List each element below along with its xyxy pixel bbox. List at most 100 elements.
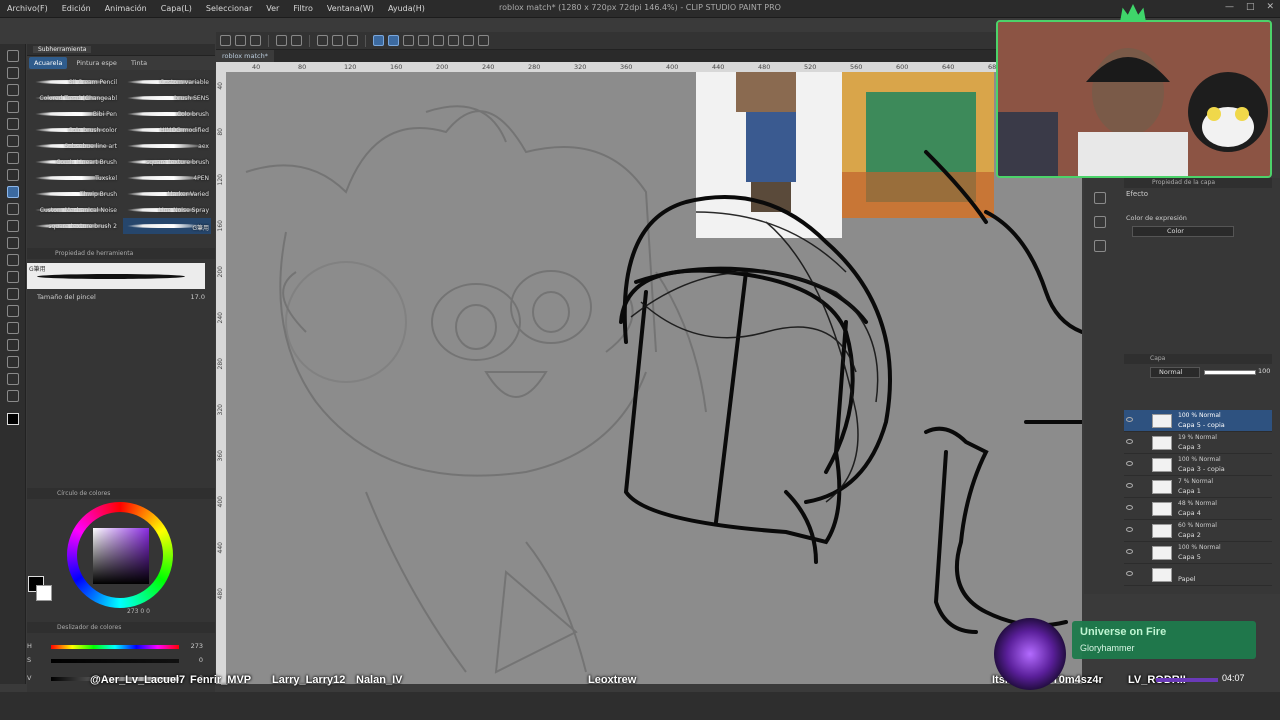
tab-acuarela[interactable]: Acuarela [29,57,68,69]
hand-icon[interactable] [6,67,19,79]
layer-row[interactable]: 60 % Normal Capa 2 [1124,520,1272,542]
menu-window[interactable]: Ventana(W) [320,4,381,13]
layer-row[interactable]: 100 % Normal Capa 5 [1124,542,1272,564]
brush-item[interactable]: 4PEN [123,170,211,186]
brush-item[interactable]: HIMOG modified [123,122,211,138]
eye-icon[interactable] [1126,483,1133,488]
eye-icon[interactable] [1126,571,1133,576]
pen-icon[interactable] [6,152,19,164]
undo-icon[interactable] [276,35,287,46]
saturation-slider[interactable] [51,659,179,663]
balloon-icon[interactable] [6,373,19,385]
brush-icon[interactable] [6,186,19,198]
saturation-value-square[interactable] [93,528,149,584]
rotate-icon[interactable] [478,35,489,46]
saturation-slider-row[interactable]: S 0 [27,656,215,666]
frame-icon[interactable] [6,322,19,334]
move-layer-icon[interactable] [6,84,19,96]
menu-animation[interactable]: Animación [98,4,154,13]
brush-item[interactable]: Tuxskel [31,170,119,186]
brush-item[interactable]: Subsebue line art [31,138,119,154]
blend-icon[interactable] [6,254,19,266]
brush-item[interactable]: Line Noise Spray [123,202,211,218]
main-color-swatch[interactable] [6,413,19,425]
brush-item[interactable]: square texture brush [123,154,211,170]
saturation-value[interactable]: 0 [199,656,203,664]
select-icon[interactable] [433,35,444,46]
layer-row[interactable]: 7 % Normal Capa 1 [1124,476,1272,498]
brush-item[interactable]: Colored Tread (Changeabl [31,90,119,106]
ruler-icon[interactable] [6,339,19,351]
menu-file[interactable]: Archivo(F) [0,4,55,13]
eraser-icon[interactable] [6,237,19,249]
brush-item[interactable]: Bibi Pen [31,106,119,122]
close-icon[interactable]: ✕ [1266,2,1274,12]
layer-row[interactable]: Papel [1124,564,1272,586]
menu-select[interactable]: Seleccionar [199,4,259,13]
brush-item[interactable]: Marker Varied [123,186,211,202]
selection-icon[interactable] [6,101,19,113]
navigator-icon[interactable] [1094,240,1106,252]
hue-slider-row[interactable]: H 273 [27,642,215,652]
eyedropper-icon[interactable] [6,135,19,147]
menu-layer[interactable]: Capa(L) [154,4,199,13]
hue-value[interactable]: 273 [191,642,203,650]
menu-filter[interactable]: Filtro [286,4,320,13]
brush-item[interactable]: Colo brush [123,106,211,122]
background-color-swatch[interactable] [36,585,52,601]
blend-mode-select[interactable]: Normal [1150,367,1200,378]
layer-row[interactable]: 100 % Normal Capa 5 - copia [1124,410,1272,432]
eye-icon[interactable] [1126,549,1133,554]
layer-property-icon[interactable] [1094,192,1106,204]
flip-icon[interactable] [463,35,474,46]
brush-item[interactable]: brush SENS [123,90,211,106]
tab-pintura[interactable]: Pintura espe [71,57,122,69]
transform-icon[interactable] [347,35,358,46]
brush-item[interactable]: square texture brush 2 [31,218,119,234]
auto-select-icon[interactable] [6,118,19,130]
layer-row[interactable]: 48 % Normal Capa 4 [1124,498,1272,520]
airbrush-icon[interactable] [6,203,19,215]
brush-item[interactable]: G筆用 [123,218,211,234]
brush-size-row[interactable]: Tamaño del pincel 17.0 [27,289,215,305]
drawing-canvas[interactable] [226,72,1082,684]
tab-tinta[interactable]: Tinta [126,57,152,69]
menu-view[interactable]: Ver [259,4,286,13]
subtool-panel-title[interactable]: Subherramienta [33,46,92,53]
brush-item[interactable]: Colo brush color [31,122,119,138]
menu-edit[interactable]: Edición [55,4,98,13]
crop-icon[interactable] [418,35,429,46]
snap-special-ruler-icon[interactable] [388,35,399,46]
brush-size-value[interactable]: 17.0 [191,293,205,301]
decoration-icon[interactable] [6,220,19,232]
layer-row[interactable]: 100 % Normal Capa 3 - copia [1124,454,1272,476]
hue-slider[interactable] [51,645,179,649]
clear-icon[interactable] [317,35,328,46]
menu-help[interactable]: Ayuda(H) [381,4,432,13]
eye-icon[interactable] [1126,439,1133,444]
fill-tool-icon[interactable] [6,271,19,283]
snap-ruler-icon[interactable] [373,35,384,46]
redo-icon[interactable] [291,35,302,46]
new-file-icon[interactable] [220,35,231,46]
gradient-icon[interactable] [6,288,19,300]
open-file-icon[interactable] [235,35,246,46]
layer-row[interactable]: 19 % Normal Capa 3 [1124,432,1272,454]
move-icon[interactable] [448,35,459,46]
eye-icon[interactable] [1126,461,1133,466]
layer-opacity-slider[interactable] [1204,370,1256,375]
zoom-icon[interactable] [6,50,19,62]
eye-icon[interactable] [1126,527,1133,532]
brush-item[interactable]: Custom Mechanical Noise [31,202,119,218]
eye-icon[interactable] [1126,505,1133,510]
brush-item[interactable]: aex [123,138,211,154]
color-expression-select[interactable]: Color [1132,226,1234,237]
save-icon[interactable] [250,35,261,46]
grid-icon[interactable] [403,35,414,46]
minimize-icon[interactable]: — [1225,2,1234,12]
brush-item[interactable]: Custom variable [123,74,211,90]
brush-item[interactable]: Comic Lineart Brush [31,154,119,170]
eye-icon[interactable] [1126,417,1133,422]
search-layer-icon[interactable] [1094,216,1106,228]
fill-icon[interactable] [332,35,343,46]
